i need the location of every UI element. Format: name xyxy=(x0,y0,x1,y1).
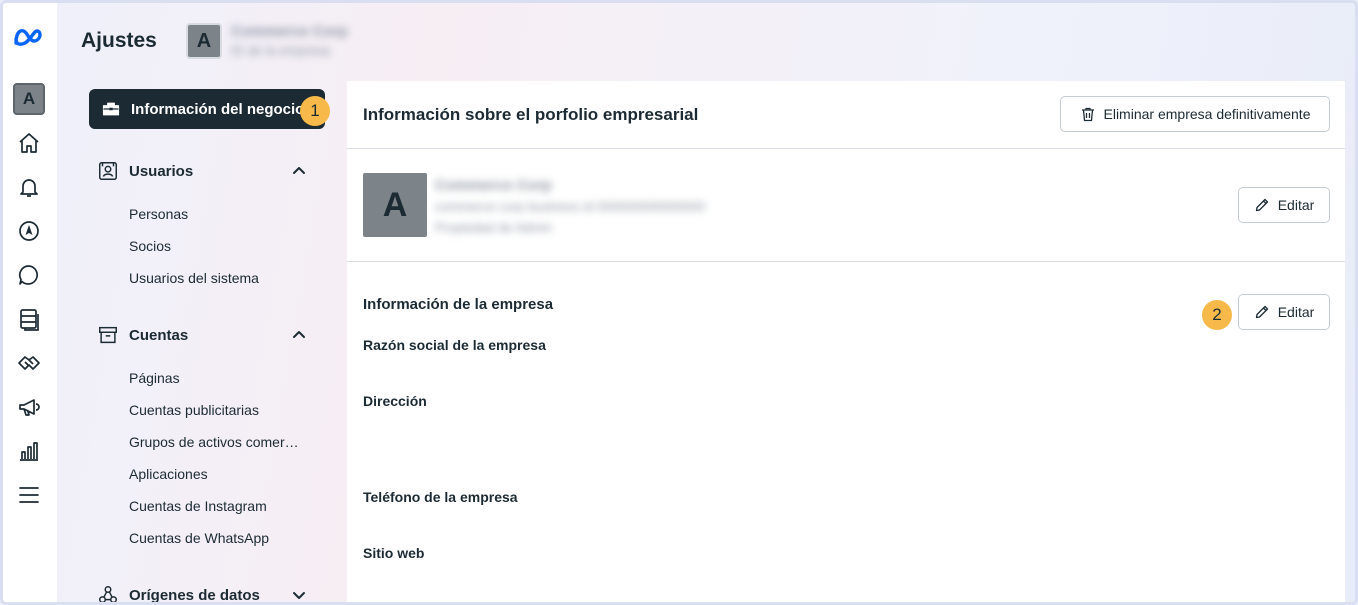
account-avatar[interactable]: A xyxy=(186,23,222,59)
field-legal-name: Razón social de la empresa xyxy=(363,337,546,353)
main-panel: Información sobre el porfolio empresaria… xyxy=(347,81,1345,602)
sidebar-item-pages[interactable]: Páginas xyxy=(129,370,180,386)
delete-business-button[interactable]: Eliminar empresa definitivamente xyxy=(1060,96,1330,132)
step-badge-1: 1 xyxy=(300,96,330,126)
account-subtitle: ID de la empresa xyxy=(231,43,330,58)
sidebar-section-label: Usuarios xyxy=(129,162,194,180)
field-website: Sitio web xyxy=(363,545,425,561)
chevron-up-icon[interactable] xyxy=(291,327,307,343)
compass-icon[interactable] xyxy=(17,219,41,243)
handshake-icon[interactable] xyxy=(17,351,41,375)
field-address: Dirección xyxy=(363,393,427,409)
edit-company-info-button[interactable]: Editar xyxy=(1238,294,1330,330)
chevron-up-icon[interactable] xyxy=(291,163,307,179)
sidebar-item-instagram-accounts[interactable]: Cuentas de Instagram xyxy=(129,498,267,514)
step-badge-2: 2 xyxy=(1202,300,1232,330)
sidebar-item-partners[interactable]: Socios xyxy=(129,238,171,254)
megaphone-icon[interactable] xyxy=(17,395,41,419)
sidebar-item-asset-groups[interactable]: Grupos de activos comer… xyxy=(129,434,299,450)
sidebar-section-data-sources[interactable]: Orígenes de datos xyxy=(97,583,307,604)
section-heading: Información sobre el porfolio empresaria… xyxy=(363,105,699,124)
app-frame: A Ajustes A Commerce Corp ID de la empre… xyxy=(0,0,1358,605)
pencil-icon xyxy=(1255,305,1268,319)
archive-box-icon xyxy=(99,326,117,344)
business-detail: commerce corp business id 00000000000000… xyxy=(435,199,706,214)
sidebar-item-people[interactable]: Personas xyxy=(129,206,188,222)
sidebar-item-business-info[interactable]: Información del negocio xyxy=(89,89,325,129)
account-name[interactable]: Commerce Corp xyxy=(231,23,348,40)
sidebar-item-label: Información del negocio xyxy=(131,100,305,118)
button-label: Editar xyxy=(1277,304,1315,320)
nav-rail: A xyxy=(3,3,57,602)
chevron-down-icon[interactable] xyxy=(291,587,307,603)
bar-chart-icon[interactable] xyxy=(17,439,41,463)
rail-account-avatar[interactable]: A xyxy=(13,83,45,115)
business-owner: Propiedad de Admin xyxy=(435,220,553,235)
business-avatar: A xyxy=(363,173,427,237)
sidebar-section-accounts[interactable]: Cuentas xyxy=(97,323,307,347)
sidebar-item-ad-accounts[interactable]: Cuentas publicitarias xyxy=(129,402,259,418)
company-info-heading: Información de la empresa xyxy=(363,296,554,313)
home-icon[interactable] xyxy=(17,131,41,155)
meta-logo-icon[interactable] xyxy=(12,25,48,49)
divider xyxy=(347,148,1345,149)
data-sources-icon xyxy=(99,586,117,602)
divider xyxy=(347,261,1345,262)
menu-icon[interactable] xyxy=(17,483,41,507)
business-name: Commerce Corp xyxy=(435,177,552,194)
button-label: Eliminar empresa definitivamente xyxy=(1103,106,1311,122)
briefcase-icon xyxy=(102,102,120,116)
id-card-icon xyxy=(99,162,117,180)
pencil-icon xyxy=(1255,198,1268,212)
sidebar-item-whatsapp-accounts[interactable]: Cuentas de WhatsApp xyxy=(129,530,269,546)
sidebar-section-label: Cuentas xyxy=(129,326,189,344)
page-title: Ajustes xyxy=(81,29,157,52)
bell-icon[interactable] xyxy=(17,175,41,199)
sidebar-section-users[interactable]: Usuarios xyxy=(97,159,307,183)
settings-sidebar: Información del negocio 1 Usuarios Perso… xyxy=(57,81,347,604)
button-label: Editar xyxy=(1277,197,1315,213)
chat-icon[interactable] xyxy=(17,263,41,287)
sidebar-item-apps[interactable]: Aplicaciones xyxy=(129,466,208,482)
trash-icon xyxy=(1081,107,1094,122)
edit-profile-button[interactable]: Editar xyxy=(1238,187,1330,223)
catalog-icon[interactable] xyxy=(17,307,41,331)
field-phone: Teléfono de la empresa xyxy=(363,489,518,505)
sidebar-section-label: Orígenes de datos xyxy=(129,586,260,604)
sidebar-item-system-users[interactable]: Usuarios del sistema xyxy=(129,270,259,286)
